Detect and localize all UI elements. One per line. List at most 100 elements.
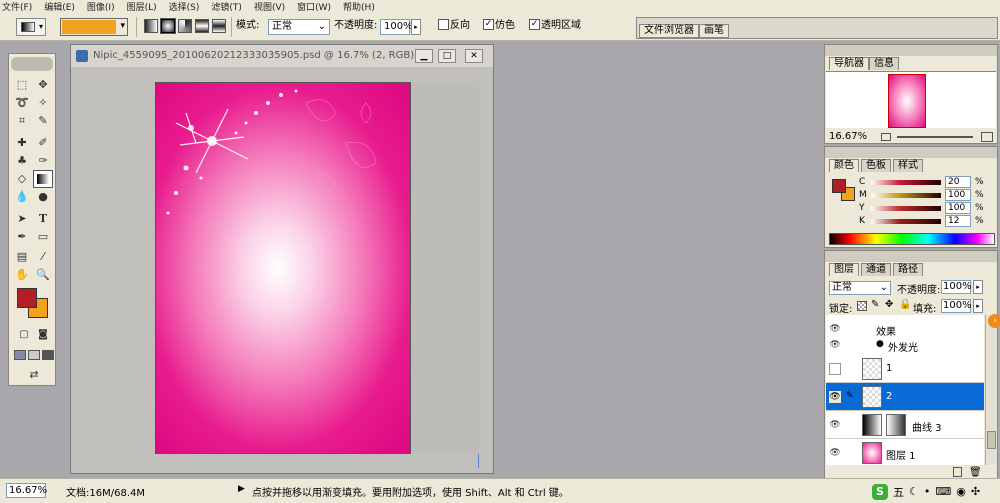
channel-slider[interactable]: [871, 193, 941, 198]
channel-value-field[interactable]: 12: [945, 215, 971, 227]
zoom-tool-icon[interactable]: 🔍: [33, 266, 53, 284]
tab-layers[interactable]: 图层: [829, 263, 859, 276]
gradient-linear-button[interactable]: [144, 19, 158, 33]
foreground-color-swatch[interactable]: [17, 288, 37, 308]
lasso-tool-icon[interactable]: ➰: [12, 94, 32, 112]
menu-item-0[interactable]: 文件(F): [2, 0, 32, 13]
visibility-box[interactable]: [829, 363, 841, 375]
opacity-field[interactable]: 100%: [380, 19, 413, 35]
menu-item-5[interactable]: 滤镜(T): [211, 0, 242, 13]
gradient-reflected-button[interactable]: [195, 19, 209, 33]
tab-brushes[interactable]: 画笔: [699, 24, 729, 38]
navigator-preview[interactable]: [826, 71, 996, 128]
visibility-eye-icon[interactable]: 👁: [829, 339, 841, 351]
menu-item-2[interactable]: 图像(I): [87, 0, 115, 13]
gradient-diamond-button[interactable]: [212, 19, 226, 33]
crop-tool-icon[interactable]: ⌗: [12, 112, 32, 130]
healing-brush-tool-icon[interactable]: ✚: [12, 134, 32, 152]
gradient-radial-button[interactable]: [160, 18, 176, 34]
gradient-picker[interactable]: ▾: [60, 18, 128, 36]
zoom-in-icon[interactable]: [981, 132, 993, 142]
tab-navigator[interactable]: 导航器: [829, 57, 869, 70]
gradient-angle-button[interactable]: [178, 19, 192, 33]
transparency-checkbox[interactable]: ✓: [529, 19, 540, 30]
status-arrow-icon[interactable]: ▶: [238, 484, 245, 494]
blur-tool-icon[interactable]: 💧: [12, 188, 32, 206]
type-tool-icon[interactable]: T: [33, 210, 53, 228]
effect-row-outer-glow[interactable]: 👁 ● 外发光: [826, 337, 984, 354]
visibility-eye-icon[interactable]: 👁: [829, 419, 841, 431]
sogou-logo-icon[interactable]: S: [872, 483, 888, 500]
layer-opacity-field[interactable]: 100%: [941, 280, 972, 294]
tab-paths[interactable]: 路径: [893, 263, 923, 276]
opacity-slider-arrow[interactable]: ▸: [411, 19, 421, 35]
slice-tool-icon[interactable]: ✎: [33, 112, 53, 130]
notes-tool-icon[interactable]: ▤: [12, 248, 32, 266]
tab-channels[interactable]: 通道: [861, 263, 891, 276]
brush-tool-icon[interactable]: ✐: [33, 134, 53, 152]
visibility-eye-icon[interactable]: 👁: [829, 391, 841, 403]
dodge-tool-icon[interactable]: ●: [33, 188, 53, 206]
settings-icon[interactable]: ✣: [971, 485, 980, 498]
move-tool-icon[interactable]: ✥: [33, 76, 53, 94]
tab-styles[interactable]: 样式: [893, 159, 923, 172]
tab-color[interactable]: 颜色: [829, 159, 859, 172]
user-icon[interactable]: ◉: [956, 485, 966, 498]
mode-select[interactable]: 正常 ⌄: [268, 19, 330, 35]
channel-slider[interactable]: [871, 180, 941, 185]
channel-value-field[interactable]: 100: [945, 202, 971, 214]
reverse-checkbox[interactable]: [438, 19, 449, 30]
pen-tool-icon[interactable]: ✒: [12, 228, 32, 246]
keyboard-icon[interactable]: ⌨: [935, 485, 951, 498]
tab-info[interactable]: 信息: [869, 57, 899, 70]
blend-mode-select[interactable]: 正常 ⌄: [829, 281, 891, 295]
status-zoom-field[interactable]: 16.67%: [6, 483, 47, 498]
eraser-tool-icon[interactable]: ◇: [12, 170, 32, 188]
floating-side-button[interactable]: ›: [988, 314, 1000, 328]
gradient-tool-icon[interactable]: [33, 170, 53, 188]
color-ramp[interactable]: [829, 233, 995, 245]
channel-slider[interactable]: [871, 206, 941, 211]
ime-mode-label[interactable]: 五: [893, 484, 904, 500]
menu-item-6[interactable]: 视图(V): [254, 0, 285, 13]
screen-mode-full-icon[interactable]: [42, 350, 54, 360]
close-button[interactable]: ✕: [465, 49, 483, 63]
delete-layer-icon[interactable]: 🗑: [969, 467, 982, 478]
layer-row-layer1[interactable]: 👁 图层 1: [826, 439, 984, 465]
menu-item-3[interactable]: 图层(L): [127, 0, 157, 13]
shape-tool-icon[interactable]: ▭: [33, 228, 53, 246]
lock-position-icon[interactable]: ✥: [885, 299, 893, 310]
marquee-tool-icon[interactable]: ⬚: [12, 76, 32, 94]
screen-mode-menubar-icon[interactable]: [28, 350, 40, 360]
zoom-slider[interactable]: [897, 136, 973, 138]
menu-item-4[interactable]: 选择(S): [169, 0, 200, 13]
eyedropper-tool-icon[interactable]: ⁄: [33, 248, 53, 266]
canvas-image[interactable]: [155, 82, 411, 454]
layer-row-1[interactable]: 1: [826, 355, 984, 383]
history-brush-tool-icon[interactable]: ✑: [33, 152, 53, 170]
menu-item-1[interactable]: 编辑(E): [44, 0, 75, 13]
quick-mask-mode-icon[interactable]: ◙: [33, 326, 53, 344]
dither-checkbox[interactable]: ✓: [483, 19, 494, 30]
menu-item-7[interactable]: 窗口(W): [297, 0, 331, 13]
tab-swatches[interactable]: 色板: [861, 159, 891, 172]
lock-transparent-icon[interactable]: [857, 301, 867, 311]
fill-field[interactable]: 100%: [941, 299, 972, 313]
new-layer-icon[interactable]: [953, 467, 962, 477]
layer-row-2-selected[interactable]: 👁 ✎ 2: [826, 383, 984, 411]
magic-wand-tool-icon[interactable]: ✧: [33, 94, 53, 112]
hand-tool-icon[interactable]: ✋: [12, 266, 32, 284]
path-selection-tool-icon[interactable]: ➤: [12, 210, 32, 228]
lock-image-icon[interactable]: ✎: [871, 299, 879, 310]
maximize-button[interactable]: □: [438, 49, 456, 63]
lock-all-icon[interactable]: 🔒: [899, 299, 911, 310]
clone-stamp-tool-icon[interactable]: ♣: [12, 152, 32, 170]
fill-arrow[interactable]: ▸: [973, 299, 983, 313]
channel-value-field[interactable]: 20: [945, 176, 971, 188]
jump-to-imageready-icon[interactable]: ⇄: [21, 366, 47, 384]
effects-header-row[interactable]: 👁 效果: [826, 321, 984, 338]
navigator-zoom-value[interactable]: 16.67%: [829, 131, 867, 142]
zoom-out-icon[interactable]: [881, 133, 891, 141]
tool-preset-picker[interactable]: ▾: [16, 18, 46, 36]
menu-item-8[interactable]: 帮助(H): [343, 0, 375, 13]
